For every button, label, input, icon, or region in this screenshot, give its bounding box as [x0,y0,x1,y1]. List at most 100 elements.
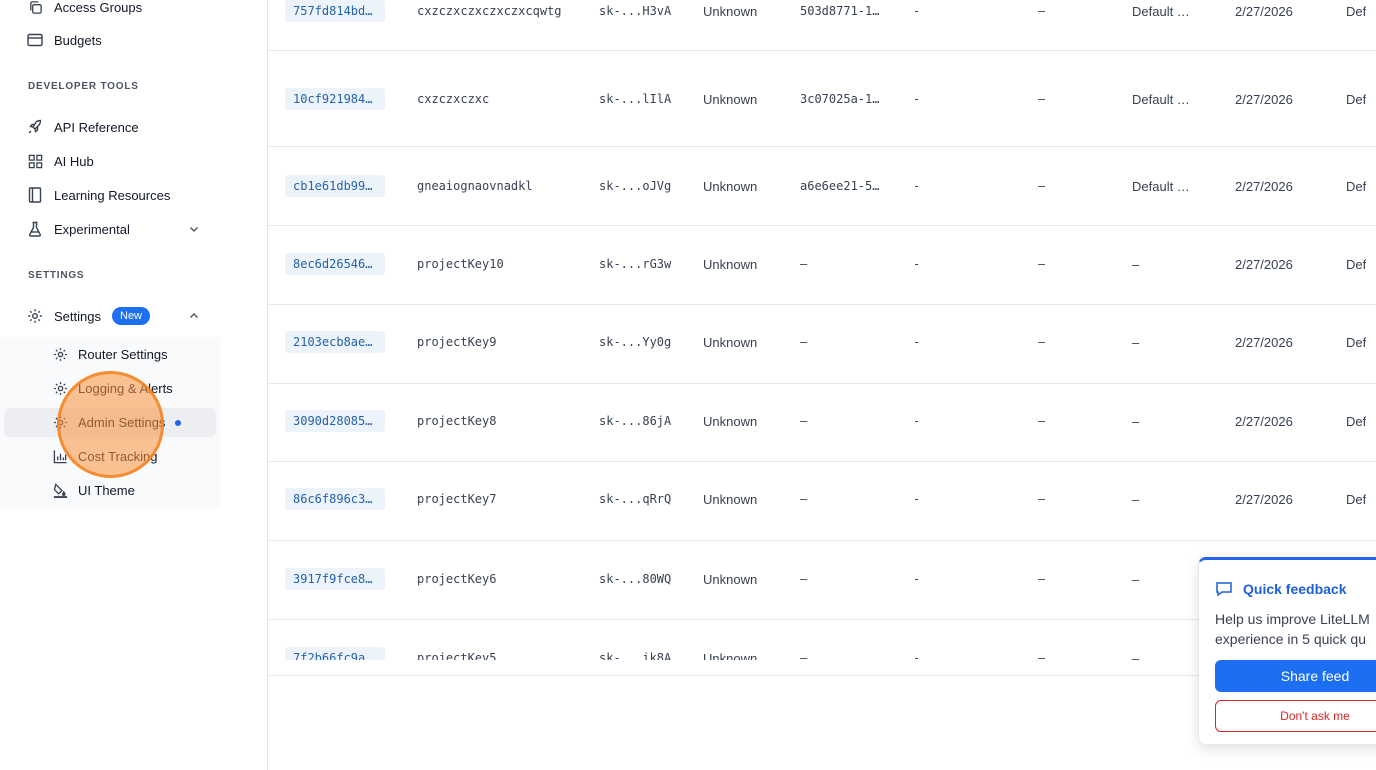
organization: Default … [1132,92,1190,107]
key-id-chip[interactable]: 86c6f896c3… [285,488,385,510]
secret-key: sk-...80WQ [599,572,672,586]
key-id-chip[interactable]: 2103ecb8ae… [285,331,385,353]
table-row[interactable]: 86c6f896c3… projectKey7 sk-...qRrQ Unkno… [269,462,1376,541]
created-date: 2/27/2026 [1235,492,1293,507]
column-value: - [913,572,921,586]
sidebar-item-label: Router Settings [78,347,168,362]
secret-key: sk-...qRrQ [599,492,672,506]
organization: – [1132,257,1140,272]
secret-key: sk-...oJVg [599,179,672,193]
sidebar-item-ai-hub[interactable]: AI Hub [0,146,220,176]
sidebar-item-api-reference[interactable]: API Reference [0,112,220,142]
status: Unknown [703,257,758,272]
team-id: 3c07025a-1… [800,92,880,106]
organization: – [1132,572,1140,587]
sidebar-item-budgets[interactable]: Budgets [0,25,220,55]
column-value: – [1038,492,1046,506]
column-value: – [1038,179,1046,193]
organization: Default … [1132,179,1190,194]
active-dot [175,420,181,426]
key-name: gneaiognaovnadkl [417,179,533,193]
status: Unknown [703,651,758,660]
gear-icon [27,308,43,324]
default-value: Def [1346,179,1367,194]
status: Unknown [703,572,758,587]
default-value: Def [1346,414,1367,429]
chevron-down-icon [190,227,198,232]
gear-icon [52,347,68,363]
key-id-chip[interactable]: 757fd814bd… [285,0,385,22]
sidebar-item-logging-alerts[interactable]: Logging & Alerts [4,374,216,403]
column-value: - [913,492,921,506]
share-feedback-button[interactable]: Share feed [1215,660,1376,692]
feedback-title: Quick feedback [1243,581,1347,597]
organization: – [1132,414,1140,429]
sidebar-item-label: API Reference [54,119,139,135]
status: Unknown [703,414,758,429]
team-id: – [800,414,808,428]
key-id-chip[interactable]: 8ec6d26546… [285,253,385,275]
sidebar-item-label: Admin Settings [78,415,166,430]
default-value: Def [1346,492,1367,507]
table-row[interactable]: 10cf921984… cxzczxczxc sk-...lIlA Unknow… [269,51,1376,147]
table-row[interactable]: 8ec6d26546… projectKey10 sk-...rG3w Unkn… [269,226,1376,305]
rocket-icon [27,119,43,135]
created-date: 2/27/2026 [1235,257,1293,272]
sidebar-item-label: Access Groups [54,0,143,15]
key-name: projectKey9 [417,335,497,349]
sidebar-item-label: UI Theme [78,483,135,498]
status: Unknown [703,4,758,19]
key-id-chip[interactable]: 7f2b66fc9a… [285,647,385,660]
paint-bucket-icon [52,483,68,499]
key-name: projectKey6 [417,572,497,586]
key-id-chip[interactable]: 3917f9fce8… [285,568,385,590]
column-value: - [913,651,921,660]
grid-icon [27,153,43,169]
sidebar-item-ui-theme[interactable]: UI Theme [4,476,216,505]
table-row[interactable]: 3090d28085… projectKey8 sk-...86jA Unkno… [269,384,1376,462]
column-value: - [913,257,921,271]
created-date: 2/27/2026 [1235,179,1293,194]
secret-key: sk-...Yy0g [599,335,672,349]
column-value: - [913,414,921,428]
status: Unknown [703,335,758,350]
sidebar-item-experimental[interactable]: Experimental [0,214,220,244]
column-value: – [1038,414,1046,428]
wallet-icon [27,32,43,48]
key-name: cxzczxczxc [417,92,490,106]
team-id: – [800,651,808,660]
default-value: Def [1346,335,1367,350]
table-row[interactable]: 2103ecb8ae… projectKey9 sk-...Yy0g Unkno… [269,305,1376,384]
book-icon [27,187,43,203]
sidebar-item-cost-tracking[interactable]: Cost Tracking [4,442,216,471]
created-date: 2/27/2026 [1235,414,1293,429]
gear-icon [52,381,68,397]
sidebar-item-settings[interactable]: Settings New [0,301,220,331]
table-row[interactable]: 757fd814bd… cxzczxczxczxczxcqwtg sk-...H… [269,0,1376,51]
sidebar: Access Groups Budgets DEVELOPER TOOLS AP… [0,0,268,770]
sidebar-item-learning-resources[interactable]: Learning Resources [0,180,220,210]
default-value: Def [1346,4,1367,19]
organization: – [1132,651,1140,660]
column-value: - [913,179,921,193]
table-row[interactable]: cb1e61db99… gneaiognaovnadkl sk-...oJVg … [269,147,1376,226]
sidebar-item-label: Experimental [54,221,130,237]
team-id: 503d8771-1… [800,4,880,18]
sidebar-item-label: Learning Resources [54,187,171,203]
key-id-chip[interactable]: cb1e61db99… [285,175,385,197]
sidebar-item-admin-settings[interactable]: Admin Settings [4,408,216,437]
key-id-chip[interactable]: 3090d28085… [285,410,385,432]
sidebar-item-label: Settings [54,308,101,324]
organization: Default … [1132,4,1190,19]
key-name: projectKey7 [417,492,497,506]
sidebar-item-router-settings[interactable]: Router Settings [4,340,216,369]
dont-ask-button[interactable]: Don't ask me [1215,700,1376,732]
team-id: – [800,335,808,349]
team-id: – [800,492,808,506]
sidebar-item-access-groups[interactable]: Access Groups [0,0,220,22]
team-id: – [800,572,808,586]
settings-submenu: Router Settings Logging & Alerts Admin S… [0,337,220,509]
key-id-chip[interactable]: 10cf921984… [285,88,385,110]
column-value: – [1038,92,1046,106]
column-value: – [1038,4,1046,18]
